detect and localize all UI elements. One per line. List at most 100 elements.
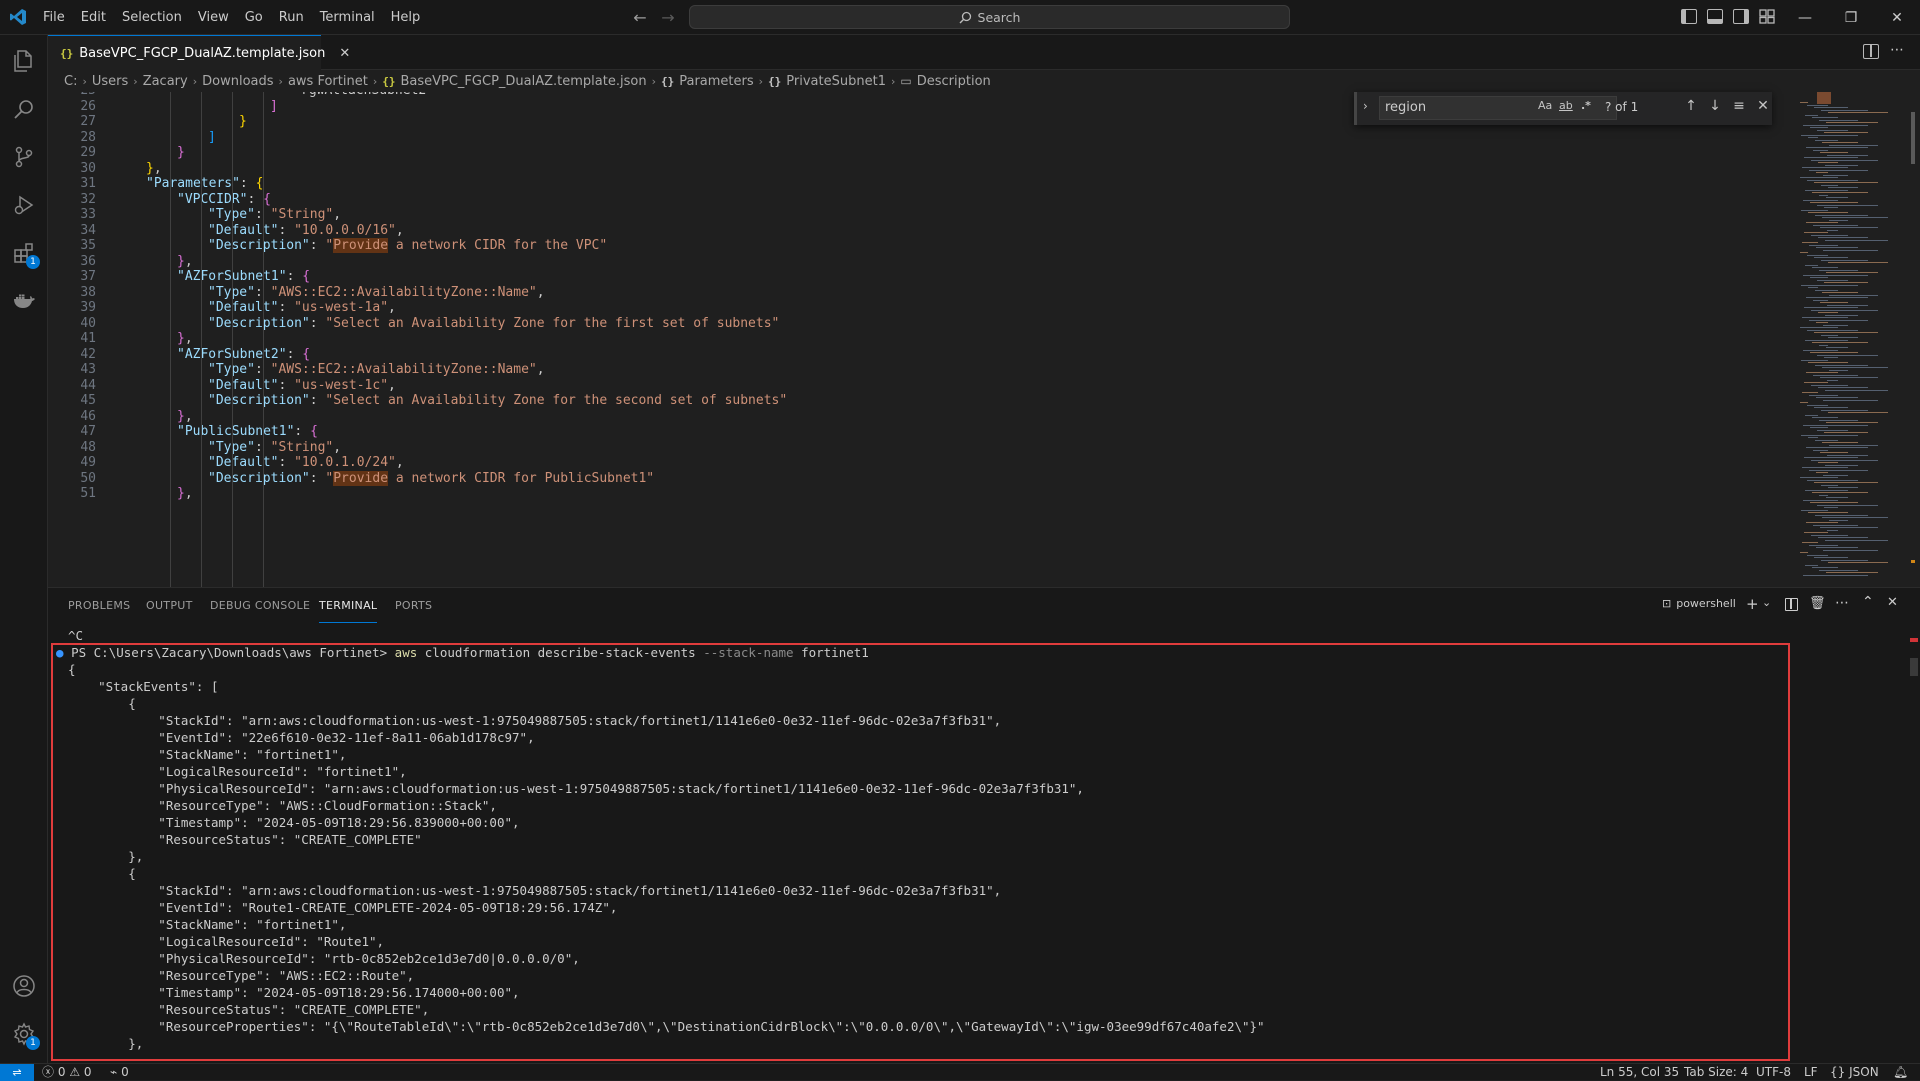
run-debug-icon[interactable] (8, 189, 40, 221)
back-arrow-icon[interactable]: ← (627, 8, 653, 27)
toggle-panel-icon[interactable] (1707, 9, 1723, 24)
menu-run[interactable]: Run (271, 0, 312, 35)
tab-size[interactable]: Tab Size: 4 (1684, 1064, 1748, 1081)
new-terminal-icon[interactable]: + (1746, 595, 1759, 613)
breadcrumb-item[interactable]: PrivateSubnet1 (786, 74, 886, 89)
ports-status[interactable]: ⌁ 0 (110, 1064, 129, 1081)
search-icon[interactable] (8, 93, 40, 125)
breadcrumb-chevron-icon: › (133, 74, 138, 88)
breadcrumb-item[interactable]: Users (92, 74, 128, 89)
previous-match-icon[interactable]: ↑ (1681, 98, 1701, 114)
settings-gear-icon[interactable]: 1 (8, 1018, 40, 1050)
minimap-line (1816, 547, 1858, 548)
toggle-replace-chevron-icon[interactable]: › (1363, 99, 1368, 113)
minimap-line (1800, 402, 1808, 403)
match-whole-word-icon[interactable]: ab (1559, 99, 1573, 112)
minimap-line (1818, 387, 1868, 388)
minimap-line (1810, 427, 1828, 428)
forward-arrow-icon[interactable]: → (655, 8, 681, 27)
encoding[interactable]: UTF-8 (1756, 1064, 1791, 1081)
ports-count: 0 (121, 1065, 129, 1079)
maximize-panel-icon[interactable]: ⌃ (1862, 594, 1874, 610)
breadcrumb-item[interactable]: C: (64, 74, 77, 89)
language-mode[interactable]: {} JSON (1830, 1064, 1879, 1081)
minimap-line (1819, 419, 1858, 421)
minimap-line (1824, 207, 1838, 208)
minimap-line (1826, 272, 1878, 273)
breadcrumb-item[interactable]: BaseVPC_FGCP_DualAZ.template.json (400, 74, 646, 89)
terminal-dropdown-chevron-icon[interactable]: ⌄ (1762, 596, 1771, 609)
minimap-line (1813, 524, 1858, 526)
panel-tab-output[interactable]: OUTPUT (146, 588, 193, 623)
panel-tab-terminal[interactable]: TERMINAL (319, 588, 378, 623)
close-window-button[interactable]: ✕ (1874, 0, 1920, 35)
restore-button[interactable]: ❐ (1828, 0, 1874, 35)
match-case-icon[interactable]: Aa (1538, 99, 1552, 112)
breadcrumb-item[interactable]: Downloads (202, 74, 273, 89)
terminal-scrollbar-thumb[interactable] (1910, 658, 1918, 676)
split-editor-icon[interactable] (1863, 44, 1879, 59)
split-terminal-icon[interactable] (1785, 598, 1798, 611)
minimap-line (1810, 127, 1828, 128)
menu-view[interactable]: View (190, 0, 237, 35)
minimap-line (1807, 329, 1858, 331)
toggle-primary-sidebar-icon[interactable] (1681, 9, 1697, 24)
line-number: 51 (80, 486, 96, 501)
explorer-icon[interactable] (8, 45, 40, 77)
end-of-line[interactable]: LF (1804, 1064, 1818, 1081)
minimap-line (1821, 184, 1838, 186)
breadcrumb-item[interactable]: Zacary (143, 74, 188, 89)
terminal-output-line: { (68, 696, 136, 711)
remote-indicator-icon[interactable]: ⇌ (0, 1064, 34, 1081)
terminal-output-line: "StackName": "fortinet1", (68, 747, 347, 762)
minimap-line (1802, 242, 1818, 243)
command-center-search[interactable]: Search (689, 5, 1290, 29)
minimize-button[interactable]: — (1782, 0, 1828, 35)
customize-layout-icon[interactable] (1759, 9, 1775, 24)
menu-help[interactable]: Help (383, 0, 429, 35)
breadcrumb-chevron-icon: › (758, 74, 764, 88)
breadcrumb-item[interactable]: Parameters (679, 74, 753, 89)
menu-edit[interactable]: Edit (73, 0, 114, 35)
code-editor[interactable]: 25rgwAttachSubnet226]27}28]29}30},31"Par… (48, 92, 1920, 587)
terminal-shell-selector[interactable]: ⊡ powershell (1662, 597, 1736, 610)
find-in-selection-icon[interactable]: ≡ (1729, 98, 1749, 114)
panel-tab-debug-console[interactable]: DEBUG CONSOLE (210, 588, 310, 623)
minimap-line (1805, 339, 1848, 341)
notifications-bell-icon[interactable]: 🔔︎ (1893, 1064, 1908, 1081)
minimap-line (1800, 477, 1838, 478)
minimap-line (1805, 564, 1818, 566)
minimap-line (1829, 519, 1848, 521)
terminal-content[interactable]: ^C ● PS C:\Users\Zacary\Downloads\aws Fo… (48, 624, 1920, 1064)
language-label: JSON (1849, 1065, 1879, 1079)
breadcrumb-item[interactable]: Description (917, 74, 991, 89)
menu-selection[interactable]: Selection (114, 0, 190, 35)
close-panel-icon[interactable]: ✕ (1887, 595, 1898, 610)
toggle-secondary-sidebar-icon[interactable] (1733, 9, 1749, 24)
panel-tab-problems[interactable]: PROBLEMS (68, 588, 130, 623)
panel-more-icon[interactable]: ⋯ (1835, 595, 1849, 611)
more-actions-icon[interactable]: ⋯ (1890, 42, 1904, 58)
tab-basevpc-template[interactable]: {} BaseVPC_FGCP_DualAZ.template.json ✕ (48, 35, 350, 70)
cursor-position[interactable]: Ln 55, Col 35 (1600, 1064, 1679, 1081)
close-tab-icon[interactable]: ✕ (339, 46, 350, 61)
docker-icon[interactable] (8, 285, 40, 317)
menu-go[interactable]: Go (237, 0, 271, 35)
minimap[interactable] (1795, 92, 1907, 587)
kill-terminal-trash-icon[interactable]: 🗑 (1809, 596, 1826, 611)
account-icon[interactable] (8, 970, 40, 1002)
extensions-icon[interactable]: 1 (8, 237, 40, 269)
panel-tab-ports[interactable]: PORTS (395, 588, 432, 623)
use-regex-icon[interactable]: .* (1581, 99, 1591, 112)
indent-guide (170, 92, 171, 587)
menu-file[interactable]: File (35, 0, 73, 35)
minimap-line (1823, 324, 1848, 326)
breadcrumb-item[interactable]: aws Fortinet (288, 74, 368, 89)
editor-scrollbar-thumb[interactable] (1911, 112, 1915, 164)
next-match-icon[interactable]: ↓ (1705, 98, 1725, 114)
close-find-icon[interactable]: ✕ (1753, 98, 1773, 114)
problems-status[interactable]: ⓧ 0 ⚠ 0 (42, 1064, 92, 1081)
source-control-icon[interactable] (8, 141, 40, 173)
code-line: 51}, (48, 484, 192, 503)
menu-terminal[interactable]: Terminal (312, 0, 383, 35)
